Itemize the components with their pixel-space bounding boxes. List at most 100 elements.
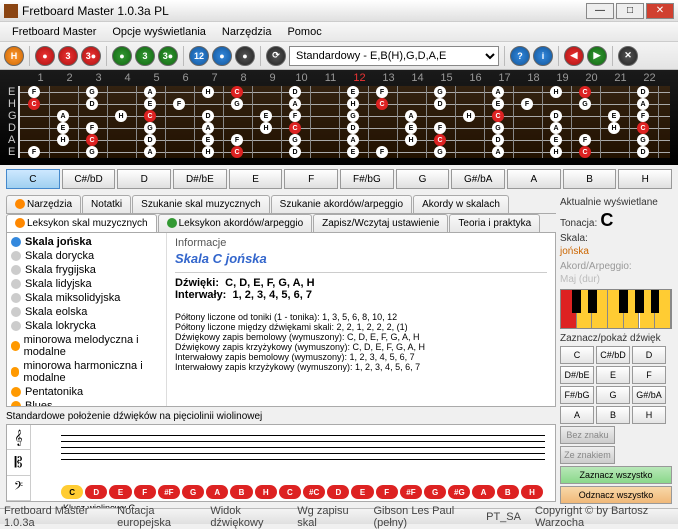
tool-btn-close[interactable]: ✕	[618, 46, 638, 66]
scale-item[interactable]: minorowa melodyczna i modalne	[9, 333, 164, 359]
info-pane: Informacje Skala C jońska Dźwięki: C, D,…	[167, 233, 555, 406]
note-btn-H[interactable]: H	[632, 406, 666, 424]
note-btn-C[interactable]: C	[560, 346, 594, 364]
tool-btn-7[interactable]: 3●	[158, 46, 178, 66]
status-app: Fretboard Master 1.0.3a	[4, 505, 103, 529]
clef-bass[interactable]: 𝄢	[7, 476, 30, 501]
key-C[interactable]: C	[6, 169, 60, 189]
scale-item[interactable]: Skala dorycka	[9, 249, 164, 263]
note-btn-C#/bD[interactable]: C#/bD	[596, 346, 630, 364]
mini-piano[interactable]	[560, 289, 672, 329]
status-copyright: Copyright © by Bartosz Warzocha	[535, 505, 674, 529]
note-btn-B[interactable]: B	[596, 406, 630, 424]
btn-select-all[interactable]: Zaznacz wszystko	[560, 466, 672, 484]
tool-btn-play[interactable]: ▶	[587, 46, 607, 66]
note-btn-E[interactable]: E	[596, 366, 630, 384]
scale-item[interactable]: Skala eolska	[9, 305, 164, 319]
tool-btn-8[interactable]: 12	[189, 46, 209, 66]
side-panel: Aktualnie wyświetlane Tonacja: C Skala: …	[560, 195, 672, 504]
maximize-button[interactable]: □	[616, 3, 644, 19]
tool-btn-9[interactable]: ●	[212, 46, 232, 66]
tool-btn-10[interactable]: ●	[235, 46, 255, 66]
note-btn-F[interactable]: F	[632, 366, 666, 384]
note-btn-G#/bA[interactable]: G#/bA	[632, 386, 666, 404]
scale-item[interactable]: Skala jońska	[9, 235, 164, 249]
tool-btn-3[interactable]: 3	[58, 46, 78, 66]
key-A[interactable]: A	[507, 169, 561, 189]
current-display-label: Aktualnie wyświetlane	[560, 197, 672, 208]
scale-item[interactable]: Blues	[9, 399, 164, 406]
key-D[interactable]: D	[117, 169, 171, 189]
scale-title: Skala C jońska	[175, 251, 547, 266]
menu-fretboard-master[interactable]: Fretboard Master	[4, 24, 104, 40]
key-D#/bE[interactable]: D#/bE	[173, 169, 227, 189]
tab-Zapisz/Wczytaj ustawienie[interactable]: Zapisz/Wczytaj ustawienie	[313, 214, 448, 232]
tool-btn-1[interactable]: H	[4, 46, 24, 66]
note-btn-D#/bE[interactable]: D#/bE	[560, 366, 594, 384]
info-header: Informacje	[175, 237, 547, 249]
staff: 𝄞 𝄡 𝄢 CDEF#FGABHC#CDEF#FG#GABH Klucz wio…	[6, 424, 556, 502]
tool-btn-6[interactable]: 3	[135, 46, 155, 66]
scale-item[interactable]: Skala frygijska	[9, 263, 164, 277]
tab-Szukanie skal muzycznych[interactable]: Szukanie skal muzycznych	[132, 195, 270, 213]
open-string-labels: EHGDAE	[8, 86, 18, 158]
scale-item[interactable]: minorowa harmoniczna i modalne	[9, 359, 164, 385]
tool-btn-help[interactable]: ?	[510, 46, 530, 66]
key-G#/bA[interactable]: G#/bA	[451, 169, 505, 189]
tab-Notatki[interactable]: Notatki	[82, 195, 131, 213]
current-key: C	[600, 210, 613, 231]
tool-btn-5[interactable]: ●	[112, 46, 132, 66]
scale-panel: Skala jońskaSkala doryckaSkala frygijska…	[6, 232, 556, 407]
tool-btn-4[interactable]: 3●	[81, 46, 101, 66]
tab-Teoria i praktyka[interactable]: Teoria i praktyka	[449, 214, 540, 232]
staff-note-labels: CDEF#FGABHC#CDEF#FG#GABH	[61, 485, 545, 499]
note-btn-G[interactable]: G	[596, 386, 630, 404]
clef-treble[interactable]: 𝄞	[7, 425, 30, 450]
note-btn-D[interactable]: D	[632, 346, 666, 364]
key-H[interactable]: H	[618, 169, 672, 189]
tab-Akordy w skalach[interactable]: Akordy w skalach	[413, 195, 509, 213]
btn-no-accidental[interactable]: Bez znaku	[560, 426, 615, 444]
menu-opcje[interactable]: Opcje wyświetlania	[104, 24, 214, 40]
note-btn-A[interactable]: A	[560, 406, 594, 424]
note-toggle-buttons: CC#/bDD D#/bEEF F#/bGGG#/bA ABH	[560, 346, 672, 424]
tool-btn-2[interactable]: ●	[35, 46, 55, 66]
current-scale: jońska	[560, 246, 672, 257]
scale-list[interactable]: Skala jońskaSkala doryckaSkala frygijska…	[7, 233, 167, 406]
tool-btn-stop[interactable]: ◀	[564, 46, 584, 66]
tool-btn-info[interactable]: i	[533, 46, 553, 66]
scale-item[interactable]: Pentatonika	[9, 385, 164, 399]
fret-grid[interactable]: FGAHCDEFGAHCDCDEFGAHCDEFGAAHCDEFGAHCDEFE…	[18, 86, 670, 158]
tab-Szukanie akordów/arpeggio[interactable]: Szukanie akordów/arpeggio	[271, 195, 412, 213]
clef-alto[interactable]: 𝄡	[7, 450, 30, 475]
key-F#/bG[interactable]: F#/bG	[340, 169, 394, 189]
key-G[interactable]: G	[396, 169, 450, 189]
tuning-select[interactable]: Standardowy - E,B(H),G,D,A,E	[289, 46, 499, 66]
menubar: Fretboard Master Opcje wyświetlania Narz…	[0, 22, 678, 42]
statusbar: Fretboard Master 1.0.3a Notacja europejs…	[0, 508, 678, 524]
fretboard[interactable]: 12345678910111213141516171819202122 EHGD…	[0, 70, 678, 165]
tab-Leksykon akordów/arpeggio[interactable]: Leksykon akordów/arpeggio	[158, 214, 313, 232]
menu-narzedzia[interactable]: Narzędzia	[214, 24, 280, 40]
scale-item[interactable]: Skala lokrycka	[9, 319, 164, 333]
close-button[interactable]: ✕	[646, 3, 674, 19]
app-icon	[4, 4, 18, 18]
current-chord: Maj (dur)	[560, 274, 672, 285]
btn-with-accidental[interactable]: Ze znakiem	[560, 446, 615, 464]
staff-title: Standardowe położenie dźwięków na pięcio…	[6, 411, 556, 422]
tab-Leksykon skal muzycznych[interactable]: Leksykon skal muzycznych	[6, 214, 157, 232]
minimize-button[interactable]: —	[586, 3, 614, 19]
scale-item[interactable]: Skala lidyjska	[9, 277, 164, 291]
key-E[interactable]: E	[229, 169, 283, 189]
menu-pomoc[interactable]: Pomoc	[279, 24, 329, 40]
key-B[interactable]: B	[563, 169, 617, 189]
btn-deselect-all[interactable]: Odznacz wszystko	[560, 486, 672, 504]
tool-btn-refresh[interactable]: ⟳	[266, 46, 286, 66]
tabs-sub: Leksykon skal muzycznychLeksykon akordów…	[6, 213, 556, 232]
note-btn-F#/bG[interactable]: F#/bG	[560, 386, 594, 404]
key-F[interactable]: F	[284, 169, 338, 189]
tab-Narzędzia[interactable]: Narzędzia	[6, 195, 81, 213]
key-C#/bD[interactable]: C#/bD	[62, 169, 116, 189]
scale-item[interactable]: Skala miksolidyjska	[9, 291, 164, 305]
tabs-top: NarzędziaNotatkiSzukanie skal muzycznych…	[6, 195, 556, 213]
